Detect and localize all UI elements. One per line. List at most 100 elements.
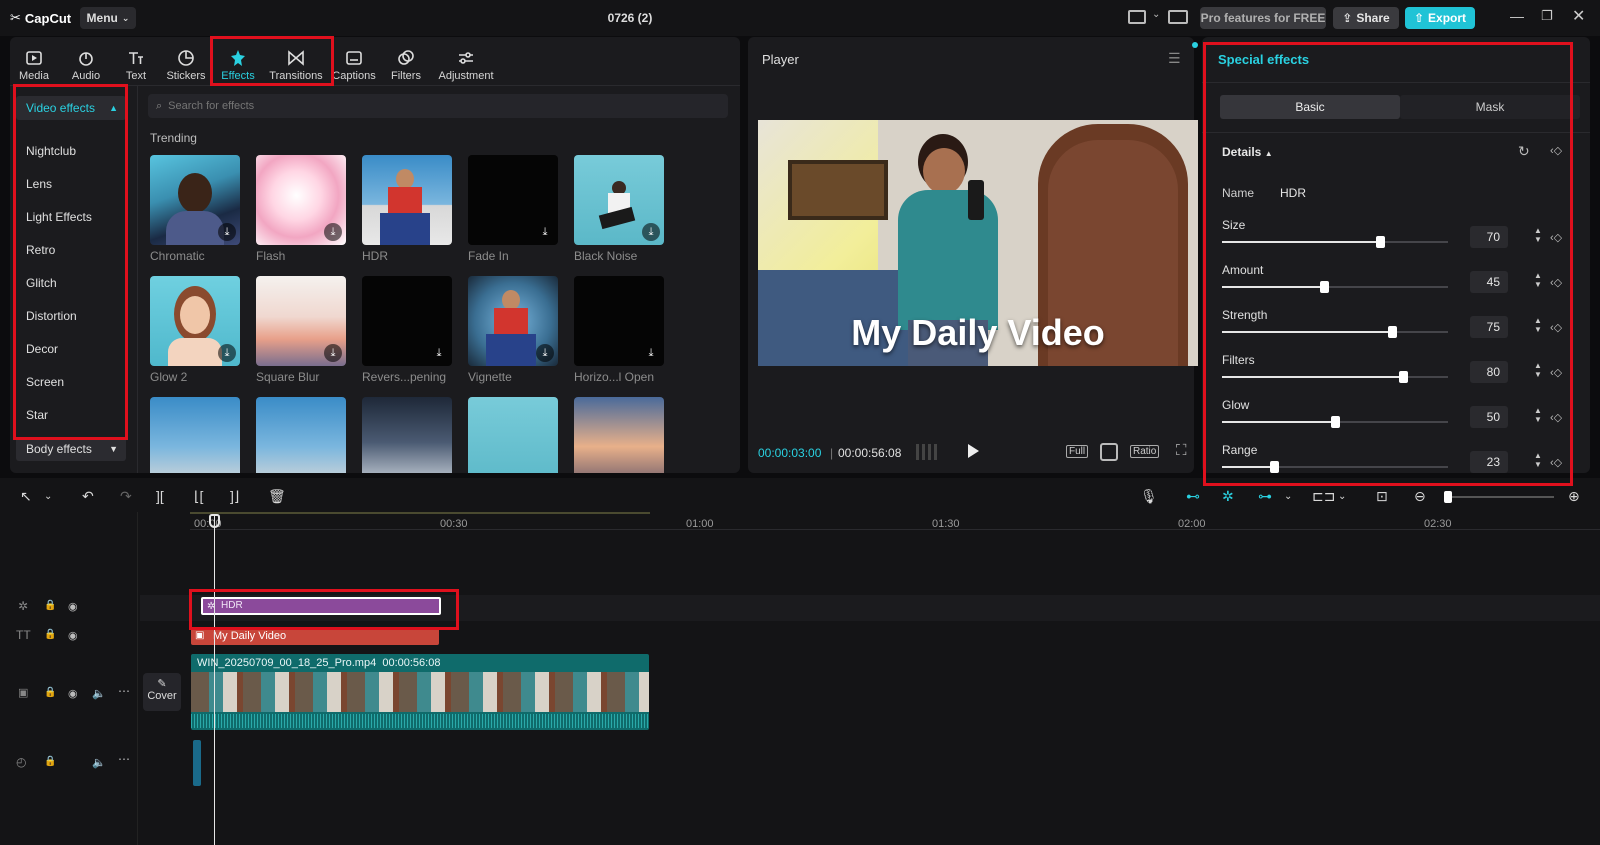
slider-track[interactable] <box>1222 371 1448 383</box>
effect-card-fade-in[interactable]: ⤓ Fade In <box>468 155 568 263</box>
slider-value-input[interactable]: 80 <box>1470 361 1508 383</box>
tab-media[interactable]: Media <box>8 42 60 82</box>
effect-thumbnail[interactable] <box>468 397 558 473</box>
effect-thumbnail[interactable] <box>362 397 452 473</box>
slider-knob[interactable] <box>1398 371 1408 383</box>
sidebar-item-light-effects[interactable]: Light Effects <box>16 205 126 229</box>
split-icon[interactable]: ][ <box>156 488 164 504</box>
download-icon[interactable]: ⤓ <box>430 344 448 362</box>
eye-icon[interactable]: ◉ <box>68 600 78 613</box>
slider-value-input[interactable]: 70 <box>1470 226 1508 248</box>
sidebar-item-lens[interactable]: Lens <box>16 172 126 196</box>
slider-knob[interactable] <box>1376 236 1386 248</box>
tab-effects[interactable]: Effects <box>212 42 264 82</box>
eye-icon[interactable]: ◉ <box>68 629 78 642</box>
effect-card-reverse-opening[interactable]: ⤓ Revers...pening <box>362 276 462 384</box>
chevron-down-icon[interactable]: ⌄ <box>1152 9 1160 20</box>
share-button[interactable]: ⇪ Share <box>1333 7 1399 29</box>
effect-thumbnail[interactable] <box>150 397 240 473</box>
sidebar-item-decor[interactable]: Decor <box>16 337 126 361</box>
effect-card-horizontal-open[interactable]: ⤓ Horizo...l Open <box>574 276 674 384</box>
slider-track[interactable] <box>1222 461 1448 473</box>
keyframe-icon[interactable]: ‹◇ <box>1550 226 1566 248</box>
playhead-handle[interactable] <box>209 514 220 528</box>
tab-mask[interactable]: Mask <box>1400 95 1580 119</box>
lock-icon[interactable]: 🔒 <box>44 756 56 767</box>
sidebar-item-distortion[interactable]: Distortion <box>16 304 126 328</box>
cover-button[interactable]: ✎ Cover <box>143 673 181 711</box>
stepper-icon[interactable]: ▲ ▼ <box>1532 406 1544 428</box>
search-box[interactable]: ⌕ <box>148 94 728 118</box>
more-icon[interactable]: ⋯ <box>118 752 130 766</box>
linkage-icon[interactable]: ⊶ <box>1258 488 1272 505</box>
slider-track[interactable] <box>1222 236 1448 248</box>
stepper-icon[interactable]: ▲ ▼ <box>1532 316 1544 338</box>
effect-card-glow-2[interactable]: ⤓ Glow 2 <box>150 276 250 384</box>
slider-value-input[interactable]: 45 <box>1470 271 1508 293</box>
tab-filters[interactable]: Filters <box>380 42 432 82</box>
preview-axis-icon[interactable]: ⊏⊐ <box>1312 488 1335 505</box>
effect-card-chromatic[interactable]: ⤓ Chromatic <box>150 155 250 263</box>
download-icon[interactable]: ⤓ <box>642 344 660 362</box>
slider-knob[interactable] <box>1269 461 1279 473</box>
slider-knob[interactable] <box>1331 416 1340 428</box>
microphone-icon[interactable]: 🎙 <box>1140 488 1158 505</box>
tab-text[interactable]: Text <box>110 42 162 82</box>
sidebar-item-nightclub[interactable]: Nightclub <box>16 139 126 163</box>
menu-button[interactable]: Menu ⌄ <box>80 7 136 29</box>
audio-clip[interactable] <box>193 740 201 786</box>
download-icon[interactable]: ⤓ <box>536 223 554 241</box>
keyframe-icon[interactable]: ‹◇ <box>1550 316 1566 338</box>
stepper-icon[interactable]: ▲ ▼ <box>1532 361 1544 383</box>
tab-stickers[interactable]: Stickers <box>160 42 212 82</box>
effect-card-flash[interactable]: ⤓ Flash <box>256 155 356 263</box>
sidebar-item-retro[interactable]: Retro <box>16 238 126 262</box>
zoom-out-icon[interactable]: ⊖ <box>1414 488 1426 505</box>
stepper-icon[interactable]: ▲ ▼ <box>1532 451 1544 473</box>
search-input[interactable] <box>168 100 669 112</box>
slider-knob[interactable] <box>1319 281 1329 293</box>
download-icon[interactable]: ⤓ <box>218 223 236 241</box>
split-left-icon[interactable]: ⌊[ <box>194 488 203 505</box>
zoom-in-icon[interactable]: ⊕ <box>1568 488 1580 505</box>
tab-transitions[interactable]: Transitions <box>262 42 330 82</box>
video-clip[interactable]: WIN_20250709_00_18_25_Pro.mp4 00:00:56:0… <box>191 654 649 730</box>
speaker-icon[interactable]: 🔈 <box>92 756 106 769</box>
select-tool-icon[interactable]: ↖ <box>20 488 32 505</box>
slider-track[interactable] <box>1222 326 1448 338</box>
effect-thumbnail[interactable] <box>256 397 346 473</box>
snap-icon[interactable]: ✲ <box>1222 488 1234 505</box>
keyframe-icon[interactable]: ‹◇ <box>1550 144 1562 157</box>
playhead[interactable] <box>214 514 215 845</box>
tab-captions[interactable]: Captions <box>328 42 380 82</box>
effect-card-hdr[interactable]: HDR <box>362 155 462 263</box>
tab-audio[interactable]: Audio <box>60 42 112 82</box>
tab-basic[interactable]: Basic <box>1220 95 1400 119</box>
speaker-icon[interactable]: 🔈 <box>92 687 106 700</box>
eye-icon[interactable]: ◉ <box>68 687 78 700</box>
lock-icon[interactable]: 🔒 <box>44 600 56 611</box>
keyframe-icon[interactable]: ‹◇ <box>1550 361 1566 383</box>
keyframe-icon[interactable]: ‹◇ <box>1550 271 1566 293</box>
effect-thumbnail[interactable] <box>574 397 664 473</box>
download-icon[interactable]: ⤓ <box>324 344 342 362</box>
effect-card-square-blur[interactable]: ⤓ Square Blur <box>256 276 356 384</box>
pro-features-button[interactable]: Pro features for FREE <box>1200 7 1326 29</box>
close-icon[interactable]: ✕ <box>1572 6 1585 26</box>
effect-clip-hdr[interactable]: ✲ HDR <box>201 597 441 615</box>
download-icon[interactable]: ⤓ <box>218 344 236 362</box>
more-icon[interactable]: ⋯ <box>118 684 130 698</box>
details-header[interactable]: Details ▲ <box>1222 145 1273 159</box>
delete-icon[interactable]: 🗑 <box>268 488 286 505</box>
fullscreen-icon[interactable]: ⛶ <box>1176 442 1187 459</box>
slider-value-input[interactable]: 75 <box>1470 316 1508 338</box>
sidebar-item-star[interactable]: Star <box>16 403 126 427</box>
slider-track[interactable] <box>1222 281 1448 293</box>
keyframe-icon[interactable]: ‹◇ <box>1550 406 1566 428</box>
zoom-slider[interactable] <box>1444 491 1554 503</box>
layout-icon[interactable] <box>1128 10 1146 24</box>
keyboard-icon[interactable] <box>1168 10 1188 24</box>
effect-card-black-noise[interactable]: ⤓ Black Noise <box>574 155 674 263</box>
export-button[interactable]: ⇧ Export <box>1405 7 1475 29</box>
tab-adjustment[interactable]: Adjustment <box>434 42 498 82</box>
